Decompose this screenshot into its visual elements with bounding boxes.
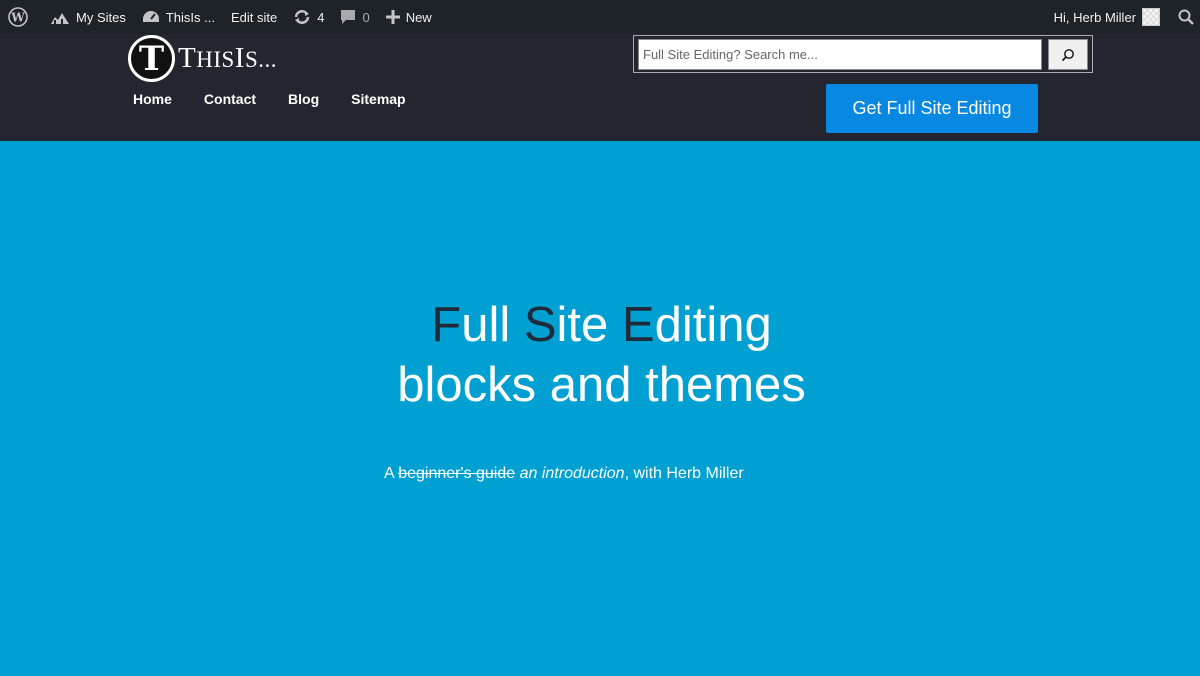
edit-site-label: Edit site [230,9,278,25]
site-logo[interactable]: T THISIS... [128,35,277,82]
search-icon [1178,9,1194,25]
admin-bar: W My Sites ThisIs ... Edit site 4 0 New … [0,0,1200,34]
search-input[interactable] [638,39,1042,70]
hero-title-line1: Full Site Editing [0,295,1200,355]
subtitle-suffix: , with Herb Miller [624,465,744,482]
title-initial: F [431,298,462,352]
admin-bar-right: Hi, Herb Miller [1046,0,1200,34]
site-title-initial: T [178,42,197,74]
nav-sitemap[interactable]: Sitemap [351,91,405,107]
site-title-smallcaps: HIS [196,47,235,72]
hero-title: Full Site Editing blocks and themes [0,295,1200,415]
avatar [1142,8,1160,26]
greeting-label: Hi, Herb Miller [1053,9,1136,25]
logo-letter: T [138,38,165,79]
admin-bar-left: W My Sites ThisIs ... Edit site 4 0 New [0,0,440,34]
site-title-smallcaps-2: S... [244,47,277,72]
plus-icon [385,10,400,24]
hero-section: Full Site Editing blocks and themes A be… [0,141,1200,676]
subtitle-prefix: A [384,465,399,482]
title-segment: ull [461,298,524,352]
new-label: New [405,9,432,25]
dashboard-icon [142,9,160,25]
subtitle-italic: an introduction [519,465,625,482]
title-initial: E [621,298,655,352]
search-button[interactable] [1048,39,1088,70]
admin-search-button[interactable] [1166,0,1200,34]
updates-icon [293,9,311,25]
comments-count: 0 [362,9,370,25]
site-header: T THISIS... Home Contact Blog Sitemap Ge… [0,34,1200,141]
edit-site-link[interactable]: Edit site [223,0,285,34]
svg-text:W: W [10,11,25,25]
my-sites-label: My Sites [76,9,126,25]
comments-menu[interactable]: 0 [332,0,377,34]
wordpress-menu[interactable]: W [0,0,42,34]
title-initial: S [523,298,557,352]
site-search [633,35,1093,73]
comments-icon [340,9,356,25]
nav-home[interactable]: Home [133,91,172,107]
my-account-menu[interactable]: Hi, Herb Miller [1046,0,1166,34]
my-sites-icon [50,9,70,25]
site-name-menu[interactable]: ThisIs ... [134,0,223,34]
hero-title-line2: blocks and themes [397,358,806,412]
wordpress-icon: W [8,7,28,27]
site-title-cap: I [234,42,245,74]
nav-contact[interactable]: Contact [204,91,256,107]
get-full-site-editing-button[interactable]: Get Full Site Editing [826,84,1038,133]
primary-nav: Home Contact Blog Sitemap [133,91,438,107]
updates-menu[interactable]: 4 [285,0,332,34]
hero-subtitle: A beginner's guide an introduction, with… [384,465,744,483]
title-segment: ite [556,298,622,352]
new-content-menu[interactable]: New [378,0,440,34]
updates-count: 4 [317,9,325,25]
search-icon [1061,48,1075,62]
subtitle-struck: beginner's guide [398,465,516,482]
site-name-label: ThisIs ... [165,9,215,25]
site-title: THISIS... [178,42,277,75]
my-sites-menu[interactable]: My Sites [42,0,134,34]
nav-blog[interactable]: Blog [288,91,319,107]
title-segment: diting [654,298,772,352]
logo-badge: T [128,35,175,82]
